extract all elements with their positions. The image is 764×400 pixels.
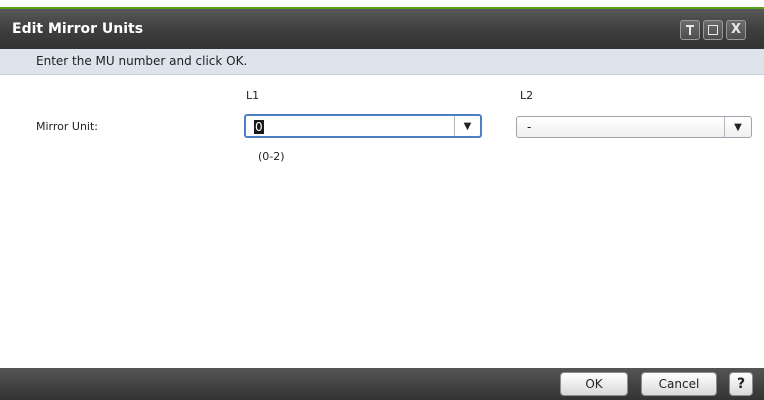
column-header-l2: L2 [520, 89, 534, 102]
column-header-l1: L1 [246, 89, 260, 102]
maximize-icon[interactable] [703, 20, 723, 40]
accent-line [0, 0, 764, 9]
footer-bar: OK Cancel ? [0, 368, 764, 400]
pin-icon[interactable] [680, 20, 700, 40]
l2-value: - [527, 120, 532, 134]
mirror-unit-label: Mirror Unit: [36, 120, 99, 133]
chevron-down-icon[interactable]: ▼ [724, 117, 751, 137]
dialog-title: Edit Mirror Units [12, 21, 144, 37]
l1-mirror-unit-combobox[interactable]: 0 ▼ [244, 114, 482, 138]
instruction-banner: Enter the MU number and click OK. [0, 49, 764, 75]
range-hint: (0-2) [258, 150, 285, 163]
l1-value: 0 [254, 119, 264, 134]
close-icon[interactable]: X [726, 20, 746, 40]
edit-mirror-units-dialog: Edit Mirror Units X Enter the MU number … [0, 0, 764, 400]
help-button[interactable]: ? [729, 372, 753, 396]
title-bar[interactable]: Edit Mirror Units X [0, 9, 764, 49]
ok-button[interactable]: OK [560, 372, 628, 396]
cancel-button[interactable]: Cancel [641, 372, 717, 396]
chevron-down-icon[interactable]: ▼ [454, 116, 480, 136]
instruction-text: Enter the MU number and click OK. [36, 54, 248, 68]
l2-mirror-unit-combobox[interactable]: - ▼ [516, 116, 752, 138]
